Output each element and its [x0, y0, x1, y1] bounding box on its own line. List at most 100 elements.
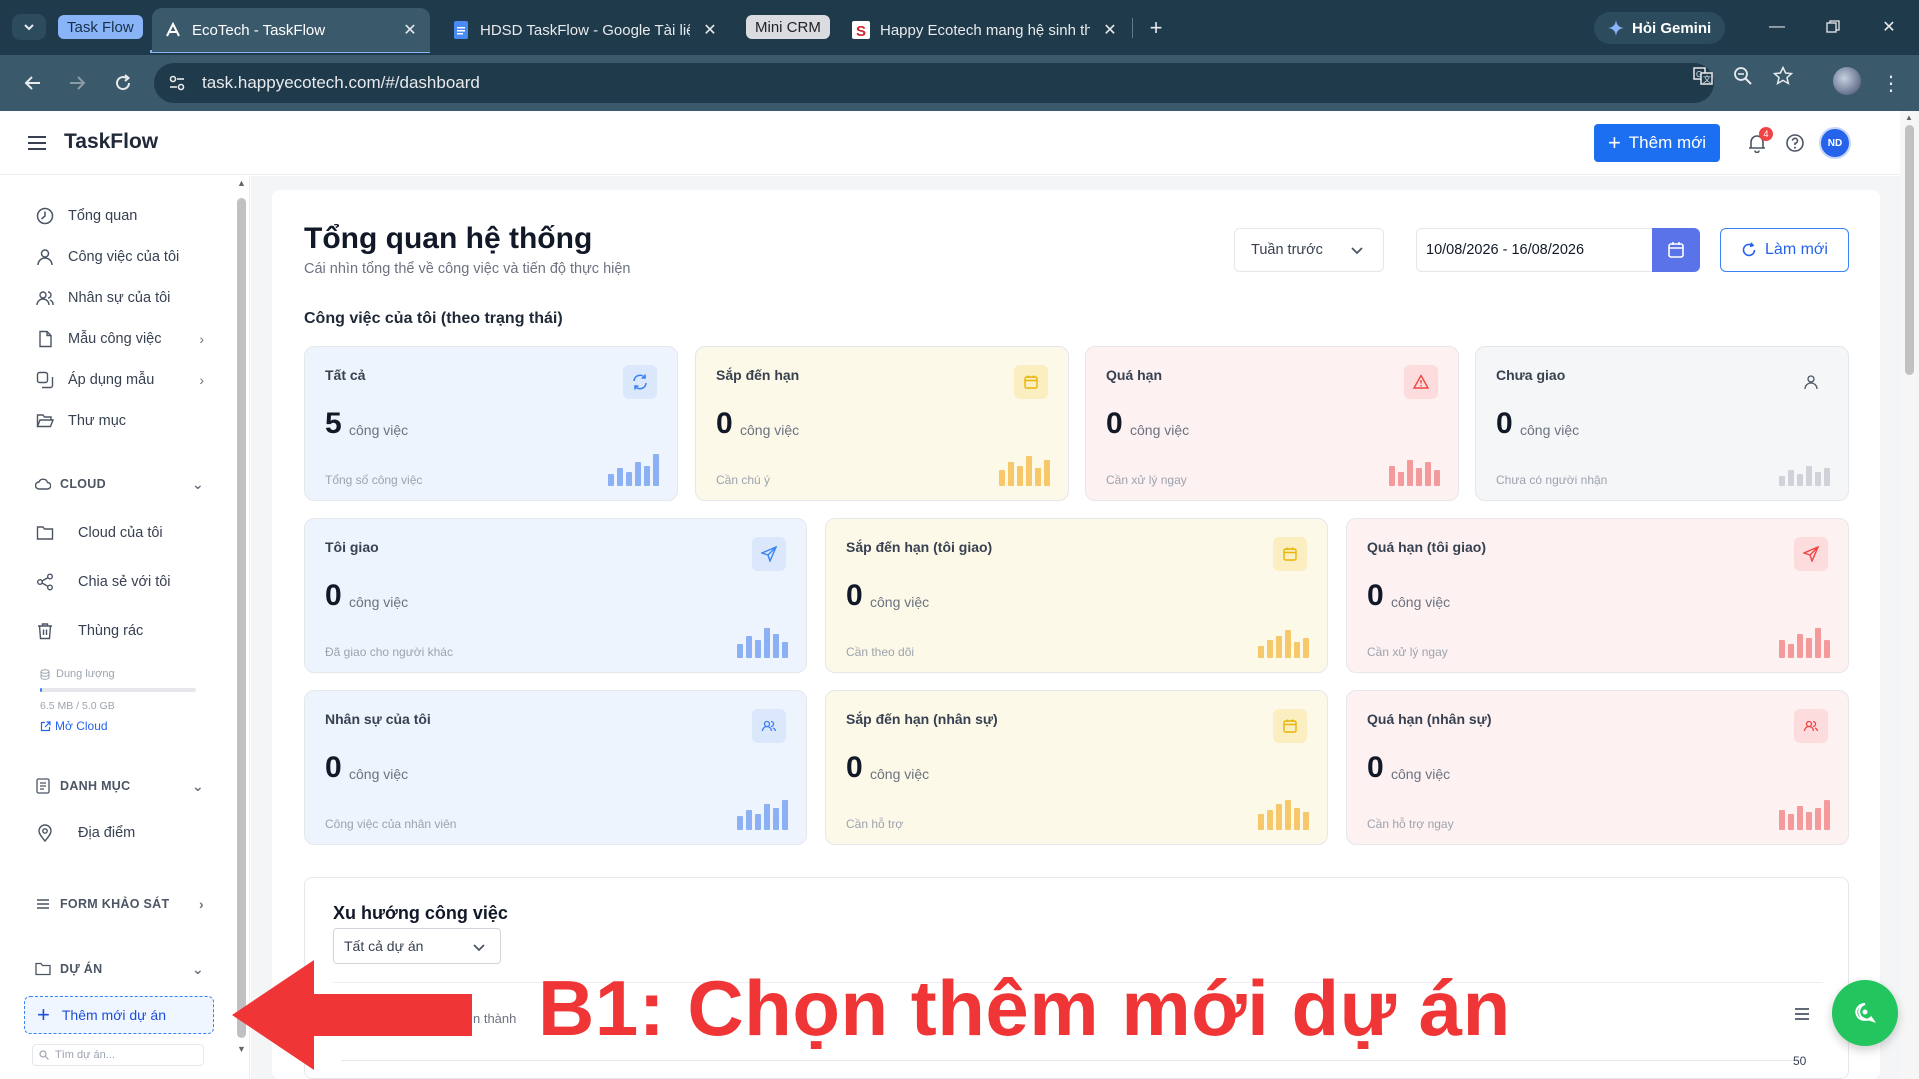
- folder-icon: [34, 960, 52, 978]
- sidebar-item-my-staff[interactable]: Nhân sự của tôi: [34, 285, 204, 311]
- sidebar-scroll-thumb[interactable]: [237, 198, 246, 1038]
- stat-card-overdue[interactable]: Quá hạn 0 công việc Cần xử lý ngay: [1085, 346, 1459, 501]
- zoom-icon[interactable]: [1732, 65, 1754, 87]
- page-scroll-thumb[interactable]: [1905, 125, 1914, 375]
- section-cloud[interactable]: CLOUD ⌄: [34, 473, 204, 495]
- stat-card-overdue-staff[interactable]: Quá hạn (nhân sự) 0 công việc Cần hỗ trợ…: [1346, 690, 1849, 845]
- cloud-icon: [34, 475, 52, 493]
- mini-bar: [1779, 640, 1785, 658]
- stat-card-unassigned[interactable]: Chưa giao 0 công việc Chưa có người nhận: [1475, 346, 1849, 501]
- stat-card-overdue-assigned[interactable]: Quá hạn (tôi giao) 0 công việc Cần xử lý…: [1346, 518, 1849, 673]
- browser-tab-bar: Task Flow EcoTech - TaskFlow ✕ HDSD Task…: [0, 0, 1919, 55]
- browser-profile-avatar[interactable]: [1833, 67, 1861, 95]
- refresh-button[interactable]: Làm mới: [1720, 228, 1849, 272]
- stat-card-note: Công việc của nhân viên: [325, 817, 457, 831]
- sidebar-item-apply-template[interactable]: Áp dụng mẫu ›: [34, 367, 204, 393]
- stat-card-due-soon[interactable]: Sắp đến hạn 0 công việc Cần chú ý: [695, 346, 1069, 501]
- mini-bar: [1044, 460, 1050, 486]
- stat-card-title: Chưa giao: [1496, 367, 1566, 383]
- stat-card-count: 0: [325, 579, 342, 612]
- tab-happy-ecotech[interactable]: S Happy Ecotech mang hệ sinh th ✕: [840, 8, 1130, 52]
- section-catalog[interactable]: DANH MỤC ⌄: [34, 775, 204, 797]
- sidebar-item-my-tasks[interactable]: Công việc của tôi: [34, 244, 204, 270]
- chevron-down-icon: ⌄: [191, 960, 204, 977]
- sidebar-scrollbar[interactable]: ▲ ▼: [234, 176, 250, 1056]
- tab-group-taskflow[interactable]: Task Flow: [58, 15, 143, 39]
- mini-bar: [1267, 810, 1273, 830]
- scroll-up-icon[interactable]: ▲: [237, 178, 246, 188]
- sidebar-item-my-cloud[interactable]: Cloud của tôi: [34, 520, 204, 546]
- stat-card-note: Cần xử lý ngay: [1367, 645, 1448, 659]
- mini-bar: [746, 636, 752, 658]
- stat-card-due-soon-staff[interactable]: Sắp đến hạn (nhân sự) 0 công việc Cần hỗ…: [825, 690, 1328, 845]
- sidebar-item-folders[interactable]: Thư mục: [34, 408, 204, 434]
- stat-card-all[interactable]: Tất cả 5 công việc Tổng số công việc: [304, 346, 678, 501]
- stat-card-due-soon-assigned[interactable]: Sắp đến hạn (tôi giao) 0 công việc Cần t…: [825, 518, 1328, 673]
- ask-gemini-button[interactable]: Hỏi Gemini: [1594, 12, 1726, 44]
- add-new-button[interactable]: + Thêm mới: [1594, 124, 1720, 162]
- stat-card-my-staff[interactable]: Nhân sự của tôi 0 công việc Công việc củ…: [304, 690, 807, 845]
- mini-bar: [1797, 806, 1803, 830]
- stat-card-unit: công việc: [349, 766, 409, 782]
- tab-hdsd-taskflow[interactable]: HDSD TaskFlow - Google Tài liệ ✕: [440, 8, 730, 52]
- project-search-input[interactable]: Tìm dự án...: [32, 1044, 204, 1066]
- sidebar-item-shared-with-me[interactable]: Chia sẻ với tôi: [34, 569, 204, 595]
- open-cloud-link[interactable]: Mở Cloud: [40, 719, 108, 733]
- chat-button[interactable]: [1832, 980, 1898, 1046]
- user-avatar[interactable]: ND: [1819, 127, 1851, 159]
- bookmark-star-icon[interactable]: [1772, 65, 1794, 87]
- chart-menu-icon[interactable]: [1793, 1006, 1811, 1022]
- mini-bar: [1294, 642, 1300, 658]
- sidebar-item-overview[interactable]: Tổng quan: [34, 203, 204, 229]
- reload-button[interactable]: [108, 68, 138, 98]
- hamburger-menu-icon[interactable]: [26, 133, 48, 153]
- close-window-button[interactable]: ✕: [1874, 12, 1904, 42]
- forward-button[interactable]: [62, 68, 92, 98]
- stat-card-unit: công việc: [1130, 422, 1190, 438]
- browser-menu-icon[interactable]: ⋮: [1880, 69, 1902, 97]
- section-project[interactable]: DỰ ÁN ⌄: [34, 958, 204, 980]
- close-icon[interactable]: ✕: [700, 20, 720, 40]
- scroll-up-icon[interactable]: ▲: [1905, 113, 1913, 122]
- sidebar-item-locations[interactable]: Địa điểm: [34, 820, 204, 846]
- stat-card-title: Sắp đến hạn (nhân sự): [846, 711, 998, 727]
- address-bar[interactable]: task.happyecotech.com/#/dashboard: [154, 63, 1714, 103]
- help-button[interactable]: [1783, 131, 1807, 155]
- translate-icon[interactable]: G文: [1692, 65, 1714, 87]
- tab-group-minicrm[interactable]: Mini CRM: [746, 15, 830, 39]
- chevron-right-icon: ›: [199, 331, 204, 347]
- mini-bar: [1008, 462, 1014, 486]
- back-button[interactable]: [18, 68, 48, 98]
- period-select[interactable]: Tuần trước: [1234, 228, 1384, 272]
- tab-ecotech-taskflow[interactable]: EcoTech - TaskFlow ✕: [152, 8, 430, 52]
- mini-bar-chart: [608, 452, 659, 486]
- project-filter-select[interactable]: Tất cả dự án: [333, 928, 501, 964]
- tab-search-button[interactable]: [12, 14, 46, 40]
- reload-icon: [116, 74, 131, 91]
- mini-bar: [737, 644, 743, 658]
- restore-button[interactable]: [1818, 12, 1848, 42]
- mini-bar: [644, 466, 650, 486]
- close-icon[interactable]: ✕: [1100, 20, 1120, 40]
- add-project-button[interactable]: + Thêm mới dự án: [24, 996, 214, 1034]
- notification-button[interactable]: 4: [1745, 127, 1773, 155]
- close-icon[interactable]: ✕: [400, 20, 420, 40]
- mini-bar: [1416, 468, 1422, 486]
- trend-legend-item[interactable]: n thành: [473, 1011, 516, 1026]
- minimize-button[interactable]: —: [1762, 12, 1792, 42]
- page-scrollbar[interactable]: ▲: [1900, 111, 1919, 1079]
- brand-name[interactable]: TaskFlow: [64, 130, 158, 154]
- section-cloud-label: CLOUD: [60, 477, 106, 491]
- mini-bar-chart: [737, 624, 788, 658]
- search-icon: [39, 1050, 49, 1060]
- new-tab-button[interactable]: +: [1142, 14, 1170, 42]
- ecotech-favicon-icon: S: [852, 21, 870, 39]
- section-survey-form[interactable]: FORM KHẢO SÁT ›: [34, 893, 204, 915]
- mini-bar-chart: [1779, 624, 1830, 658]
- sidebar-item-trash[interactable]: Thùng rác: [34, 618, 204, 644]
- site-settings-icon[interactable]: [168, 74, 190, 92]
- chat-icon: [1855, 1002, 1876, 1023]
- sidebar-item-task-templates[interactable]: Mẫu công việc ›: [34, 326, 204, 352]
- calendar-button[interactable]: [1652, 228, 1700, 272]
- stat-card-assigned-by-me[interactable]: Tôi giao 0 công việc Đã giao cho người k…: [304, 518, 807, 673]
